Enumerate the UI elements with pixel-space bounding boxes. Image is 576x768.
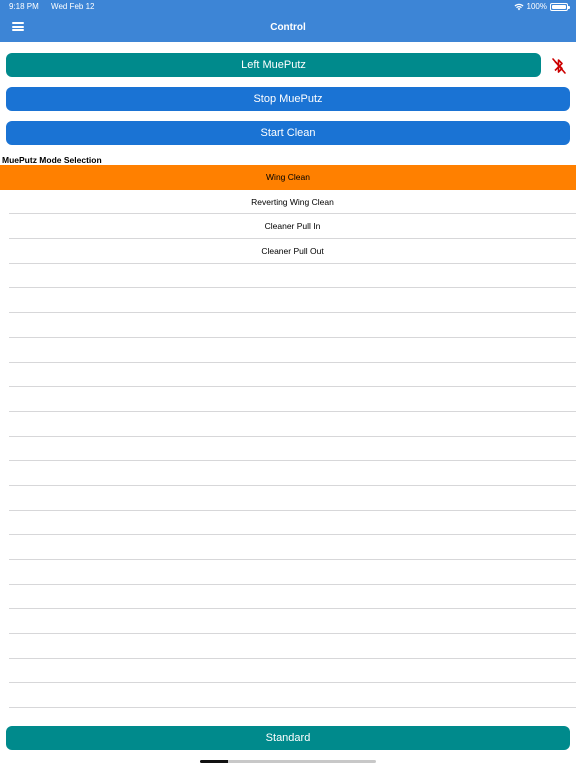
- bluetooth-disabled-icon[interactable]: [551, 57, 567, 75]
- page-title: Control: [270, 22, 306, 33]
- empty-list-row: [9, 683, 576, 709]
- empty-list-row: [9, 363, 576, 388]
- empty-list-row: [9, 585, 576, 610]
- status-bar-right: 100%: [514, 2, 570, 11]
- empty-list-row: [9, 387, 576, 412]
- empty-list-row: [9, 338, 576, 363]
- mode-item-wing-clean[interactable]: Wing Clean: [0, 165, 576, 190]
- battery-percentage: 100%: [526, 2, 547, 11]
- empty-list-row: [9, 560, 576, 585]
- empty-list-row: [9, 486, 576, 511]
- navigation-bar: 9:18 PM Wed Feb 12 100% Control: [0, 0, 576, 42]
- empty-list-row: [9, 412, 576, 437]
- standard-button[interactable]: Standard: [6, 726, 570, 750]
- mode-item-cleaner-pull-out[interactable]: Cleaner Pull Out: [9, 239, 576, 264]
- stop-button[interactable]: Stop MuePutz: [6, 87, 570, 111]
- side-select-button[interactable]: Left MuePutz: [6, 53, 541, 77]
- empty-list-row: [9, 659, 576, 684]
- status-date: Wed Feb 12: [51, 2, 95, 11]
- empty-list-row: [9, 461, 576, 486]
- empty-list-row: [9, 437, 576, 462]
- mode-selection-label: MuePutz Mode Selection: [2, 155, 102, 165]
- battery-icon: [550, 2, 570, 11]
- empty-list-row: [9, 535, 576, 560]
- start-clean-button[interactable]: Start Clean: [6, 121, 570, 145]
- wifi-icon: [514, 3, 524, 10]
- empty-list-row: [9, 313, 576, 338]
- mode-item-cleaner-pull-in[interactable]: Cleaner Pull In: [9, 214, 576, 240]
- empty-list-row: [9, 288, 576, 314]
- empty-list-row: [9, 264, 576, 289]
- status-bar-left: 9:18 PM Wed Feb 12: [9, 2, 104, 11]
- mode-list: Wing Clean Reverting Wing Clean Cleaner …: [0, 165, 576, 710]
- home-indicator[interactable]: [200, 760, 376, 763]
- empty-list-row: [9, 634, 576, 659]
- mode-item-reverting-wing-clean[interactable]: Reverting Wing Clean: [9, 190, 576, 215]
- empty-list-row: [9, 511, 576, 536]
- empty-rows: [0, 264, 576, 709]
- status-time: 9:18 PM: [9, 2, 39, 11]
- empty-list-row: [9, 609, 576, 635]
